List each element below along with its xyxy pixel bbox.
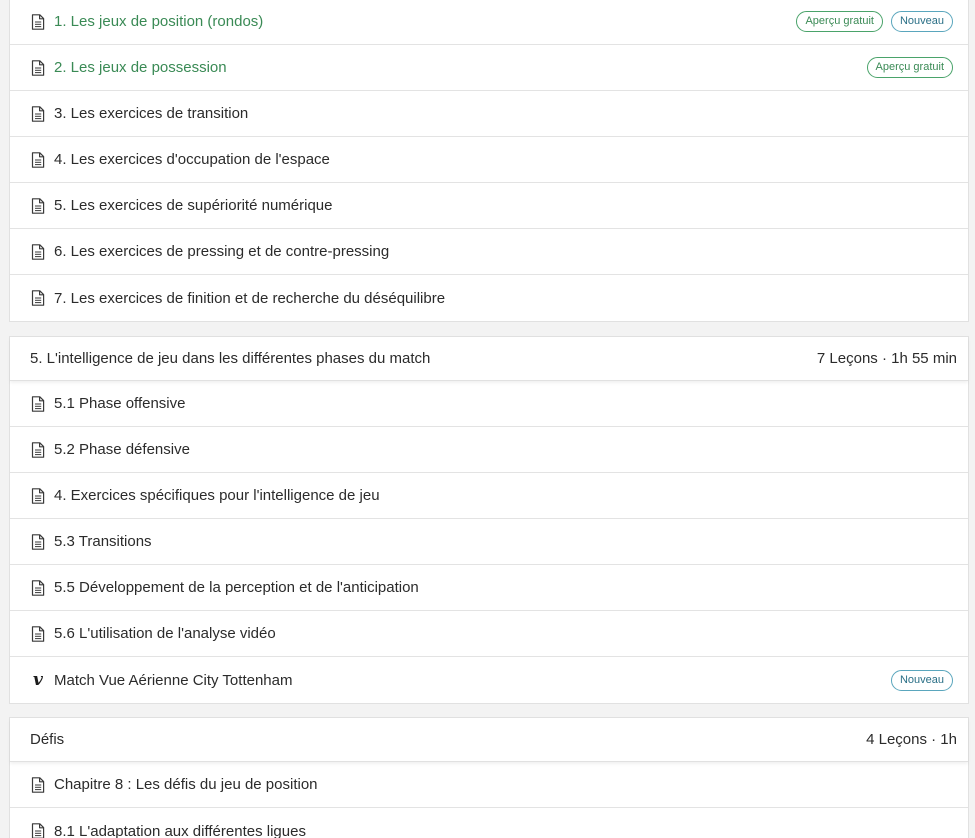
course-curriculum: 1. Les jeux de position (rondos) Aperçu … bbox=[0, 0, 975, 838]
document-icon bbox=[30, 776, 46, 793]
document-icon bbox=[30, 487, 46, 504]
section-challenges: Défis 4 Leçons · 1h Chapitre 8 : Les déf… bbox=[9, 717, 969, 838]
lesson-row[interactable]: v Match Vue Aérienne City Tottenham Nouv… bbox=[10, 657, 968, 703]
lesson-row[interactable]: 4. Les exercices d'occupation de l'espac… bbox=[10, 137, 968, 183]
free-preview-badge[interactable]: Aperçu gratuit bbox=[866, 57, 953, 78]
section-game-intelligence: 5. L'intelligence de jeu dans les différ… bbox=[9, 336, 969, 704]
lesson-title: Match Vue Aérienne City Tottenham bbox=[54, 671, 293, 689]
section-meta: 7 Leçons · 1h 55 min bbox=[816, 350, 957, 367]
lesson-title: 4. Exercices spécifiques pour l'intellig… bbox=[54, 487, 380, 504]
lesson-row[interactable]: 4. Exercices spécifiques pour l'intellig… bbox=[10, 473, 968, 519]
lesson-row[interactable]: 5.2 Phase défensive bbox=[10, 427, 968, 473]
document-icon bbox=[30, 243, 46, 260]
vimeo-icon: v bbox=[33, 669, 43, 690]
new-badge: Nouveau bbox=[890, 11, 953, 32]
lesson-title: 5.6 L'utilisation de l'analyse vidéo bbox=[54, 625, 276, 642]
document-icon bbox=[30, 579, 46, 596]
lesson-title: 5. Les exercices de supériorité numériqu… bbox=[54, 197, 333, 214]
section-title: 5. L'intelligence de jeu dans les différ… bbox=[30, 350, 431, 367]
lesson-title: 2. Les jeux de possession bbox=[54, 59, 227, 76]
lesson-title: 5.5 Développement de la perception et de… bbox=[54, 579, 419, 596]
document-icon bbox=[30, 151, 46, 168]
document-icon bbox=[30, 441, 46, 458]
lesson-title: 3. Les exercices de transition bbox=[54, 105, 249, 122]
section-title: Défis bbox=[30, 731, 65, 748]
lesson-row[interactable]: 2. Les jeux de possession Aperçu gratuit bbox=[10, 45, 968, 91]
document-icon bbox=[30, 395, 46, 412]
lesson-row[interactable]: 6. Les exercices de pressing et de contr… bbox=[10, 229, 968, 275]
document-icon bbox=[30, 823, 46, 838]
lesson-row[interactable]: 5.3 Transitions bbox=[10, 519, 968, 565]
lesson-row[interactable]: 8.1 L'adaptation aux différentes ligues bbox=[10, 808, 968, 838]
lesson-title: 7. Les exercices de finition et de reche… bbox=[54, 289, 446, 307]
lesson-title: 5.1 Phase offensive bbox=[54, 395, 186, 412]
lesson-title: 1. Les jeux de position (rondos) bbox=[54, 13, 264, 30]
lesson-row[interactable]: 3. Les exercices de transition bbox=[10, 91, 968, 137]
new-badge: Nouveau bbox=[890, 669, 953, 691]
document-icon bbox=[30, 13, 46, 30]
lesson-row[interactable]: 1. Les jeux de position (rondos) Aperçu … bbox=[10, 0, 968, 45]
section-continued: 1. Les jeux de position (rondos) Aperçu … bbox=[9, 0, 969, 322]
document-icon bbox=[30, 59, 46, 76]
lesson-title: 8.1 L'adaptation aux différentes ligues bbox=[54, 822, 306, 838]
section-header[interactable]: 5. L'intelligence de jeu dans les différ… bbox=[10, 337, 968, 381]
document-icon bbox=[30, 290, 46, 306]
lesson-row[interactable]: 7. Les exercices de finition et de reche… bbox=[10, 275, 968, 321]
free-preview-badge[interactable]: Aperçu gratuit bbox=[796, 11, 883, 32]
document-icon bbox=[30, 533, 46, 550]
lesson-title: 6. Les exercices de pressing et de contr… bbox=[54, 243, 390, 260]
lesson-row[interactable]: Chapitre 8 : Les défis du jeu de positio… bbox=[10, 762, 968, 808]
section-meta: 4 Leçons · 1h bbox=[866, 731, 957, 748]
lesson-title: 5.2 Phase défensive bbox=[54, 441, 190, 458]
lesson-row[interactable]: 5.6 L'utilisation de l'analyse vidéo bbox=[10, 611, 968, 657]
lesson-title: 5.3 Transitions bbox=[54, 533, 152, 550]
lesson-row[interactable]: 5.5 Développement de la perception et de… bbox=[10, 565, 968, 611]
document-icon bbox=[30, 625, 46, 642]
section-header[interactable]: Défis 4 Leçons · 1h bbox=[10, 718, 968, 762]
lesson-row[interactable]: 5. Les exercices de supériorité numériqu… bbox=[10, 183, 968, 229]
lesson-title: 4. Les exercices d'occupation de l'espac… bbox=[54, 151, 330, 168]
document-icon bbox=[30, 105, 46, 122]
lesson-title: Chapitre 8 : Les défis du jeu de positio… bbox=[54, 776, 318, 793]
lesson-row[interactable]: 5.1 Phase offensive bbox=[10, 381, 968, 427]
document-icon bbox=[30, 197, 46, 214]
